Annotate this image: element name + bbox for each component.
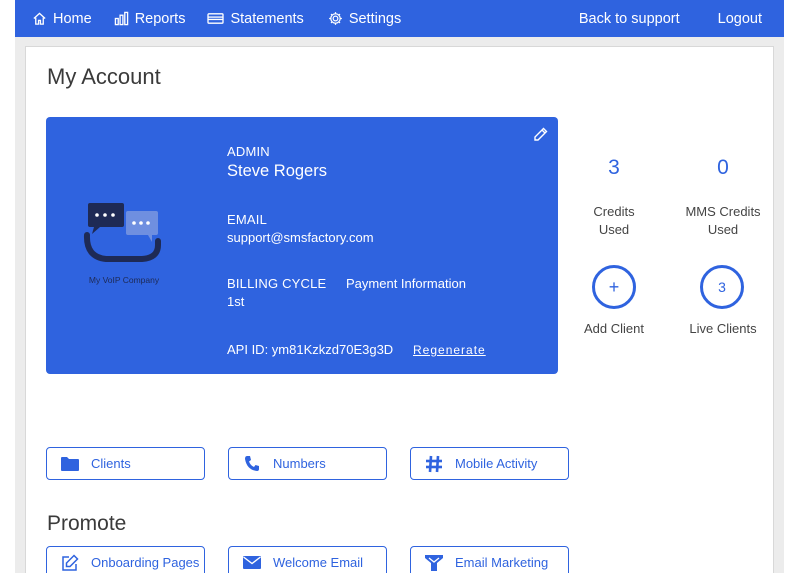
credits-used-value: 3: [608, 156, 620, 179]
company-logo: My VoIP Company: [82, 203, 182, 285]
nav-statements[interactable]: Statements: [207, 0, 304, 37]
chat-phone-logo-icon: [83, 203, 161, 262]
onboarding-pages-button-label: Onboarding Pages: [91, 555, 200, 570]
mobile-activity-button[interactable]: Mobile Activity: [410, 447, 569, 480]
mms-credits-label: MMS Credits Used: [673, 203, 773, 239]
phone-icon: [242, 455, 262, 473]
folder-icon: [60, 455, 80, 473]
account-card: My VoIP Company ADMIN Steve Rogers EMAIL…: [46, 117, 558, 374]
statements-icon: [207, 13, 225, 24]
add-client-button[interactable]: +: [592, 265, 636, 309]
pencil-icon[interactable]: [533, 126, 549, 142]
logout-link[interactable]: Logout: [718, 0, 762, 37]
marketing-icon: [424, 554, 444, 572]
main-content: My Account My VoIP Company ADMIN Steve R…: [25, 46, 774, 573]
add-client-label: Add Client: [584, 321, 644, 336]
logo-text: My VoIP Company: [88, 275, 160, 285]
email-marketing-button-label: Email Marketing: [455, 555, 549, 570]
clients-button-label: Clients: [91, 456, 131, 471]
payment-information-link[interactable]: Payment Information: [346, 276, 466, 291]
email-value: support@smsfactory.com: [227, 230, 374, 245]
email-marketing-button[interactable]: Email Marketing: [410, 546, 569, 573]
api-id: API ID: ym81Kzkzd70E3g3D: [227, 342, 394, 357]
nav-settings[interactable]: Settings: [328, 0, 401, 37]
welcome-email-button[interactable]: Welcome Email: [228, 546, 387, 573]
gear-icon: [328, 12, 342, 25]
numbers-button-label: Numbers: [273, 456, 326, 471]
nav-left-group: Home Reports Statements Settings: [15, 0, 401, 37]
back-to-support-link[interactable]: Back to support: [579, 0, 680, 37]
regenerate-link[interactable]: Regenerate: [413, 343, 486, 357]
home-icon: [33, 12, 46, 25]
billing-cycle-value: 1st: [227, 294, 245, 309]
numbers-button[interactable]: Numbers: [228, 447, 387, 480]
live-clients-label: Live Clients: [689, 321, 757, 336]
hashtag-icon: [424, 455, 444, 473]
nav-statements-label: Statements: [230, 10, 304, 27]
nav-home-label: Home: [53, 10, 92, 27]
onboarding-pages-button[interactable]: Onboarding Pages: [46, 546, 205, 573]
mms-credits-value: 0: [717, 156, 729, 179]
edit-square-icon: [60, 553, 80, 572]
credits-used-label-line1: Credits: [593, 204, 635, 219]
admin-label: ADMIN: [227, 144, 270, 159]
admin-name: Steve Rogers: [227, 162, 327, 180]
mms-credits-label-line2: Used: [707, 222, 739, 237]
nav-settings-label: Settings: [348, 10, 402, 27]
credits-used-label-line2: Used: [598, 222, 630, 237]
mms-credits-label-line1: MMS Credits: [685, 204, 761, 219]
nav-reports[interactable]: Reports: [114, 0, 186, 37]
nav-reports-label: Reports: [134, 10, 186, 27]
bar-chart-icon: [114, 11, 128, 26]
clients-button[interactable]: Clients: [46, 447, 205, 480]
page-title: My Account: [47, 64, 161, 89]
billing-cycle-label: BILLING CYCLE: [227, 276, 327, 291]
nav-home[interactable]: Home: [32, 0, 92, 37]
live-clients-button[interactable]: 3: [700, 265, 744, 309]
nav-right-group: Back to support Logout: [579, 0, 762, 37]
top-nav-bar: Home Reports Statements Settings Back to…: [15, 0, 784, 37]
welcome-email-button-label: Welcome Email: [273, 555, 364, 570]
envelope-icon: [242, 554, 262, 572]
credits-used-label: Credits Used: [564, 203, 664, 239]
email-label: EMAIL: [227, 212, 268, 227]
mobile-activity-button-label: Mobile Activity: [455, 456, 538, 471]
promote-section-title: Promote: [47, 512, 127, 535]
